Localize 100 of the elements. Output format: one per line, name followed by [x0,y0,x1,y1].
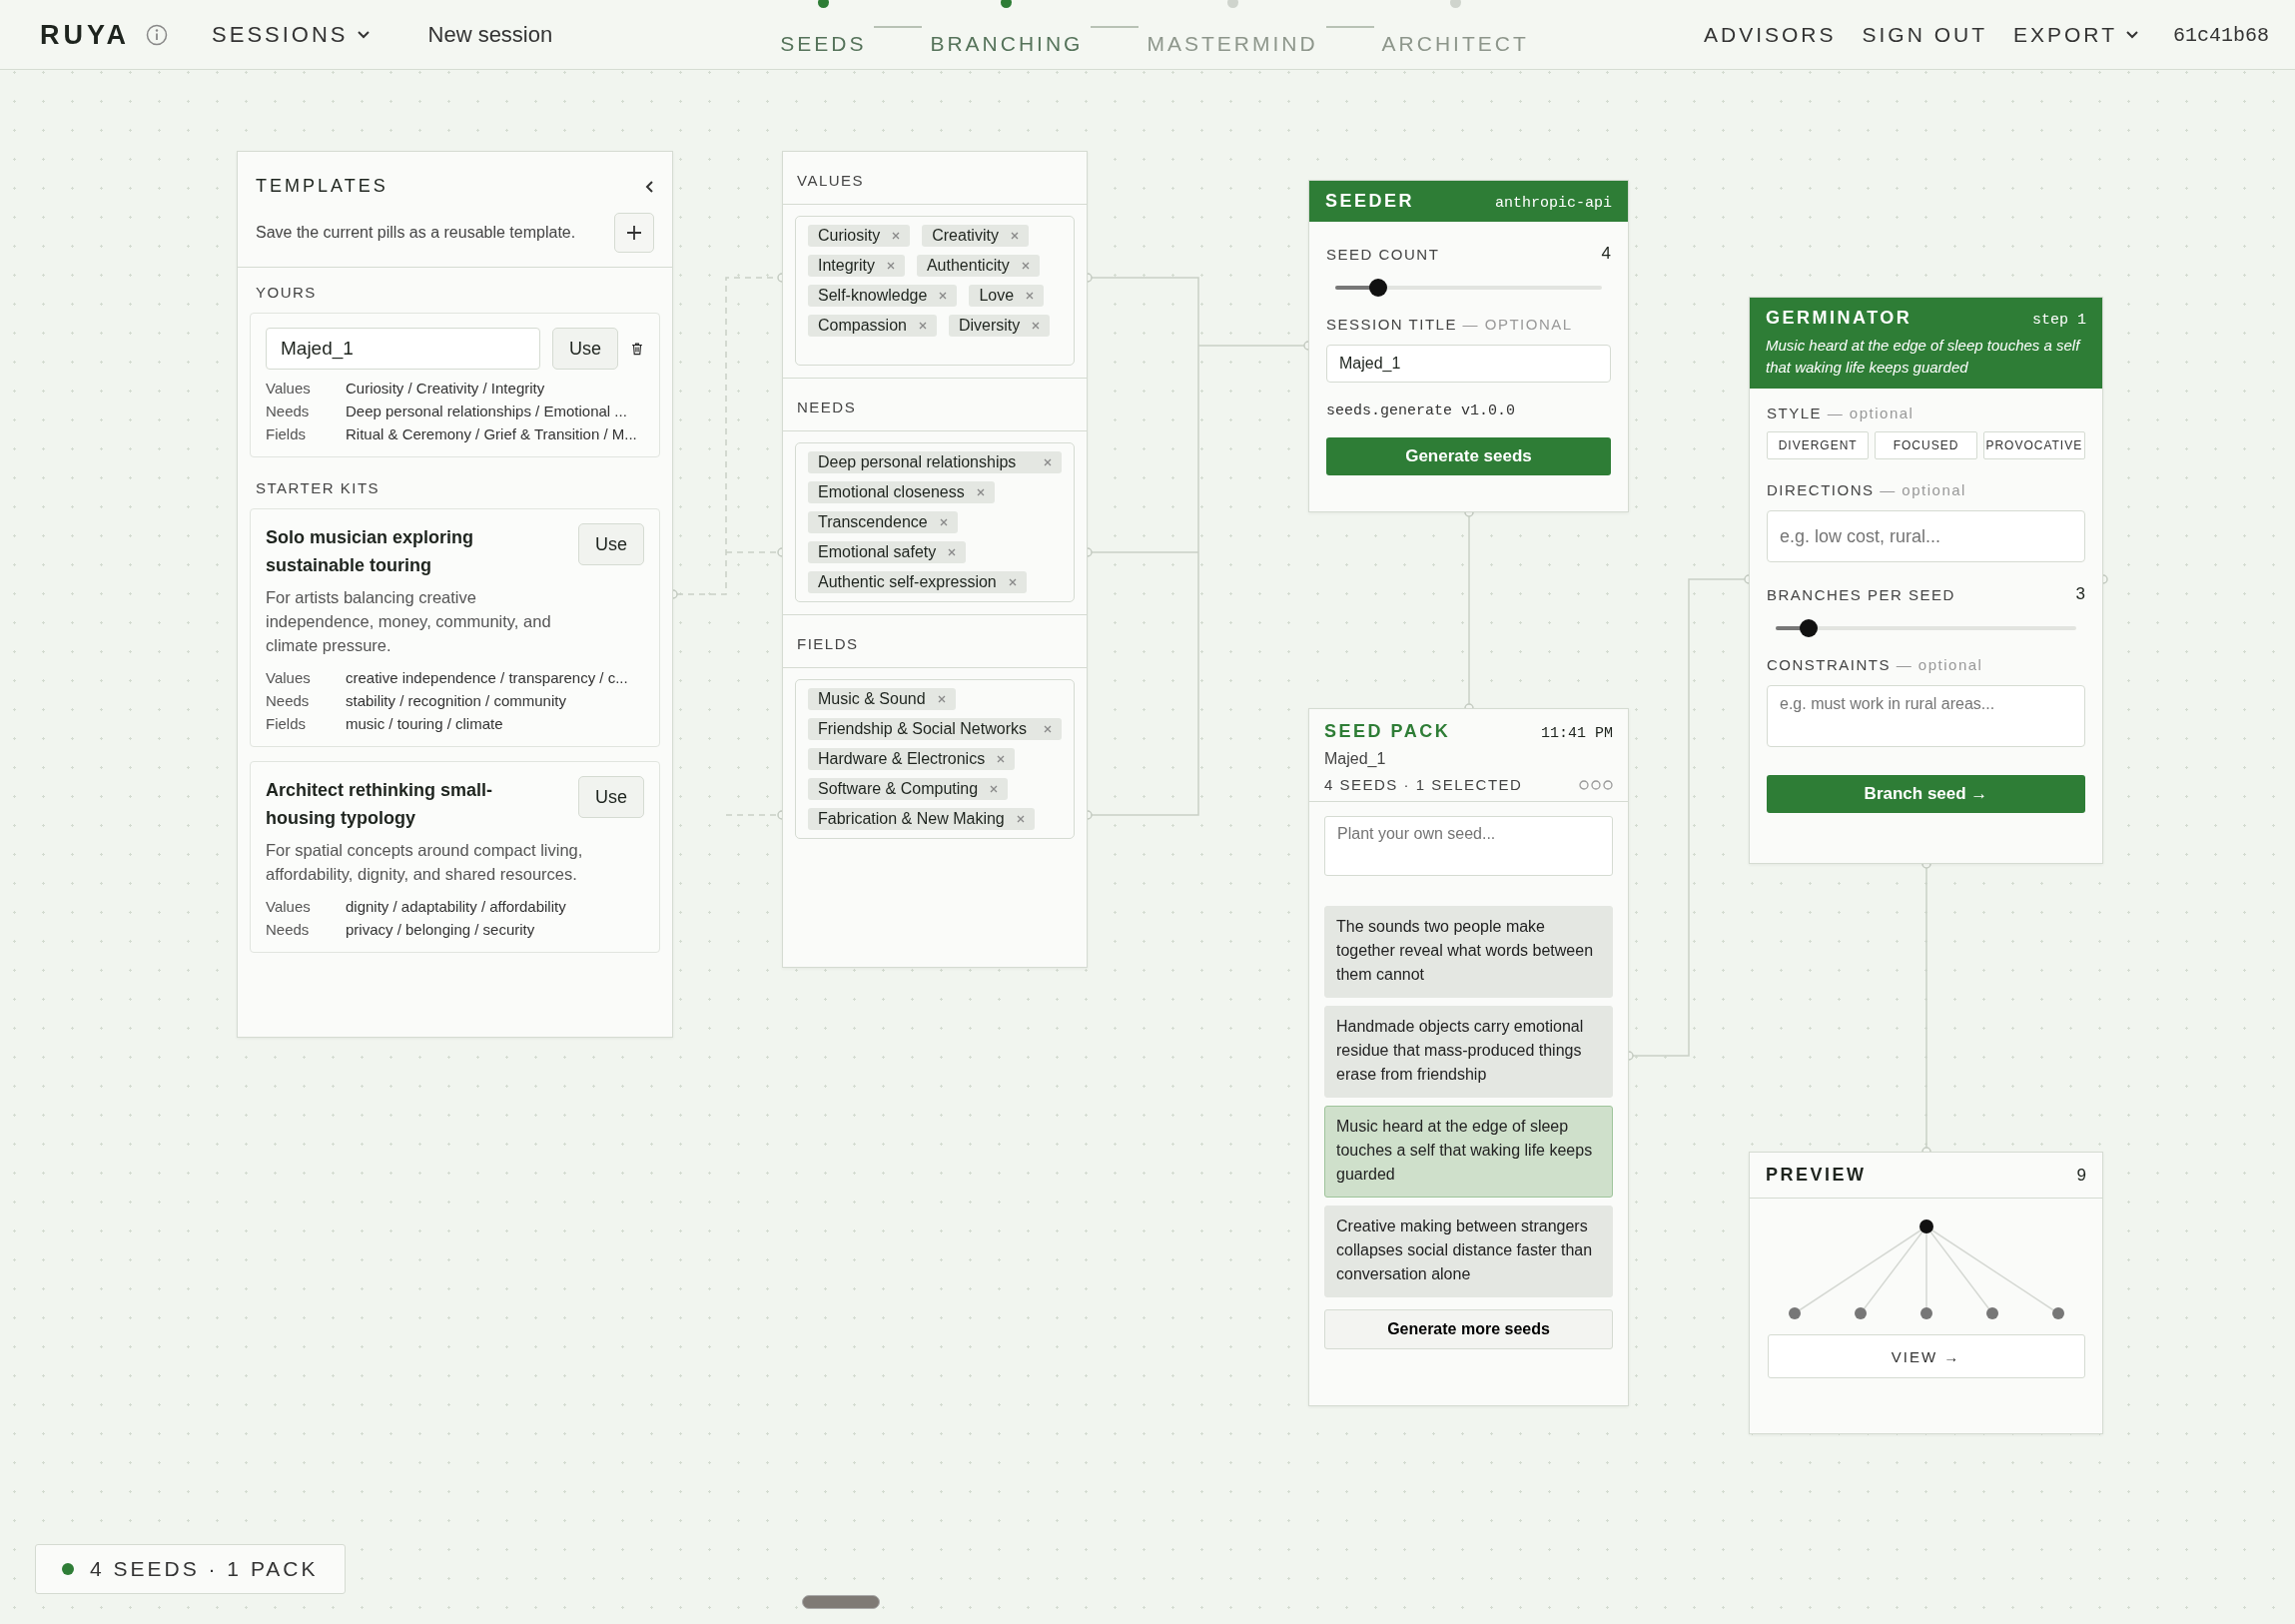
pill[interactable]: Transcendence [808,511,958,533]
pill[interactable]: Fabrication & New Making [808,808,1035,830]
section-label: STARTER KITS [256,479,382,496]
pill[interactable]: Emotional safety [808,541,967,563]
remove-icon[interactable] [939,518,948,526]
meta-value: Ritual & Ceremony / Grief & Transition / M... [346,425,638,442]
step-tab[interactable]: SEEDS [780,0,867,56]
meta-label: Values [266,898,312,915]
remove-icon[interactable] [892,232,901,240]
chevron-down-icon [2125,30,2139,40]
branch-button[interactable]: Branch seed → [1767,775,2085,813]
field-label: CONSTRAINTS — optional [1767,656,1984,673]
meta-label: Fields [266,715,307,732]
remove-icon[interactable] [997,755,1006,763]
pill[interactable]: Creativity [922,225,1029,247]
remove-icon[interactable] [1008,578,1017,586]
seed-item[interactable]: Handmade objects carry emotional residue that mass-produced things erase from friendship [1324,1006,1613,1098]
view-button[interactable]: VIEW → [1767,1334,2085,1378]
style-option[interactable]: DIVERGENT [1767,431,1870,459]
session-name: New session [427,22,553,48]
seed-count: 4 [1601,244,1611,264]
step-tab[interactable]: BRANCHING [930,0,1084,56]
meta-label: Needs [266,403,311,419]
remove-icon[interactable] [1026,292,1035,300]
status-badge: 4 SEEDS · 1 PACK [35,1544,346,1594]
version-label: seeds.generate v1.0.0 [1326,403,1517,419]
remove-icon[interactable] [886,262,895,270]
seed-item[interactable]: Creative making between strangers collapses social distance faster than conversation alone [1324,1206,1613,1297]
generate-more-button[interactable]: Generate more seeds [1324,1309,1613,1349]
template-name-field[interactable]: Majed_1 [266,328,540,370]
slider-thumb[interactable] [1800,619,1819,637]
remove-icon[interactable] [1016,815,1025,823]
constraints-field[interactable]: e.g. must work in rural areas... [1767,685,2085,747]
more-icon[interactable] [1579,779,1613,790]
pill[interactable]: Diversity [948,315,1051,337]
remove-icon[interactable] [1021,262,1030,270]
field-label: SESSION TITLE — OPTIONAL [1326,316,1574,333]
app-logo[interactable]: RUYA [40,19,131,51]
remove-icon[interactable] [918,322,927,330]
pill[interactable]: Self-knowledge [808,285,958,307]
style-option[interactable]: PROVOCATIVE [1982,431,2085,459]
remove-icon[interactable] [937,695,946,703]
section-label: YOURS [256,284,318,301]
pill[interactable]: Music & Sound [808,688,956,710]
pill[interactable]: Friendship & Social Networks [808,718,1062,740]
pill[interactable]: Deep personal relationships [808,451,1062,473]
nav-link[interactable]: SIGN OUT [1862,23,1987,47]
scroll-handle[interactable] [802,1595,880,1609]
info-icon[interactable] [146,24,169,46]
remove-icon[interactable] [1032,322,1041,330]
pill[interactable]: Integrity [808,255,905,277]
style-option[interactable]: FOCUSED [1875,431,1977,459]
hint-text: Save the current pills as a reusable template. [256,224,576,242]
pill[interactable]: Curiosity [808,225,911,247]
sessions-menu[interactable]: SESSIONS [212,22,371,48]
seed-input-field[interactable]: Plant your own seed... [1324,816,1613,876]
field-label: SEED COUNT [1326,245,1440,263]
kit-title: Solo musician exploring sustainable touring [266,526,475,577]
session-title-field[interactable]: Majed_1 [1326,345,1611,383]
meta-label: Needs [266,692,311,709]
export-menu[interactable]: EXPORT [2013,23,2139,47]
slider-thumb[interactable] [1368,279,1387,297]
remove-icon[interactable] [1010,232,1019,240]
use-button[interactable]: Use [578,776,644,818]
nav-link[interactable]: ADVISORS [1703,23,1837,47]
meta-value: stability / recognition / community [346,692,567,709]
remove-icon[interactable] [990,785,999,793]
kit-title: Architect rethinking small-housing typology [266,779,494,830]
pill[interactable]: Software & Computing [808,778,1009,800]
remove-icon[interactable] [1044,458,1052,466]
use-button[interactable]: Use [578,523,644,565]
kit-description: For artists balancing creative independence, money, community, and climate pressure. [266,587,552,656]
pill[interactable]: Emotional closeness [808,481,995,503]
remove-icon[interactable] [948,548,957,556]
generate-button[interactable]: Generate seeds [1326,437,1611,475]
meta-label: Fields [266,425,307,442]
group-title: VALUES [797,172,865,189]
meta-value: Deep personal relationships / Emotional ... [346,403,628,419]
remove-icon[interactable] [976,488,985,496]
step-label: step 1 [2032,312,2086,329]
field-label: BRANCHES PER SEED [1767,585,1955,603]
remove-icon[interactable] [1044,725,1052,733]
group-title: FIELDS [797,635,859,652]
directions-field[interactable]: e.g. low cost, rural... [1767,510,2085,562]
plus-icon [626,225,642,241]
remove-icon[interactable] [939,292,948,300]
field-label: STYLE — optional [1767,405,1915,421]
chevron-down-icon [356,30,371,40]
add-button[interactable] [614,213,654,253]
pill[interactable]: Love [969,285,1045,307]
seed-item[interactable]: Music heard at the edge of sleep touches a self that waking life keeps guarded [1324,1106,1613,1198]
pill[interactable]: Compassion [808,315,937,337]
seed-item[interactable]: The sounds two people make together reveal what words between them cannot [1324,906,1613,998]
pill[interactable]: Authenticity [916,255,1040,277]
meta-value: creative independence / transparency / c... [346,669,629,686]
seed-text: Music heard at the edge of sleep touches a self that waking life keeps guarded [1766,336,2082,378]
pill[interactable]: Hardware & Electronics [808,748,1016,770]
collapse-icon[interactable] [644,179,654,194]
use-button[interactable]: Use [552,328,618,370]
pill[interactable]: Authentic self-expression [808,571,1027,593]
